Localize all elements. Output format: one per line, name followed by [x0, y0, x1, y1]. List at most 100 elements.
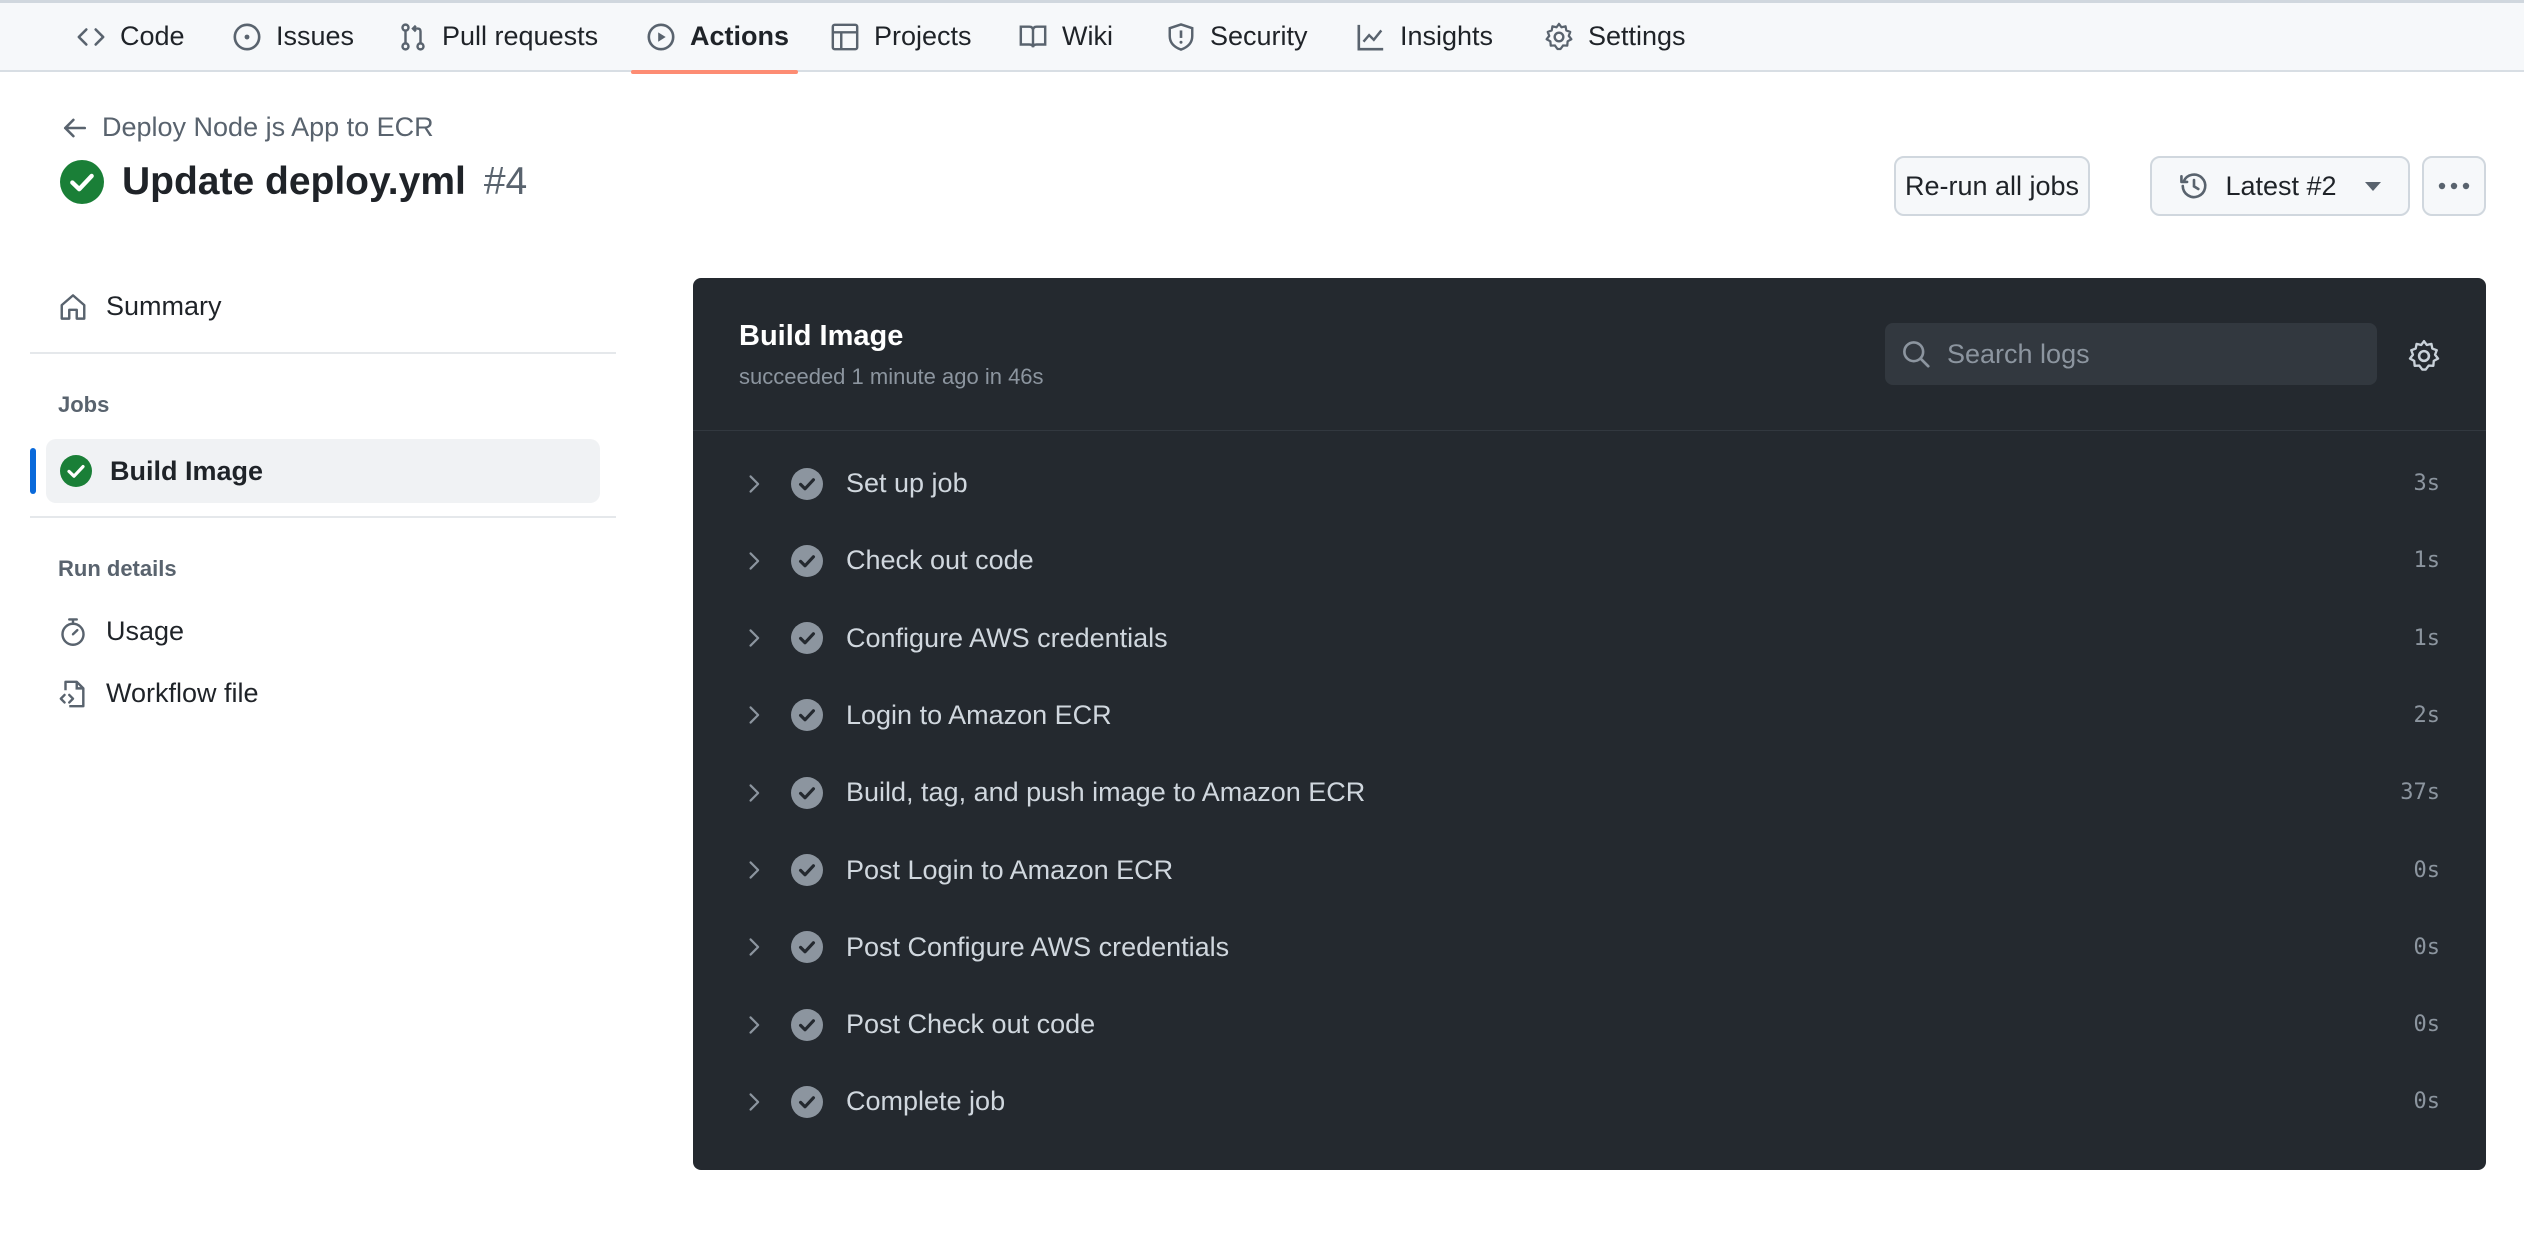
chevron-right-icon[interactable] — [743, 550, 765, 572]
shield-icon — [1168, 22, 1194, 51]
issue-opened-icon — [233, 23, 261, 50]
sidebar-item-usage[interactable]: Usage — [58, 616, 184, 647]
tab-actions[interactable]: Actions — [646, 3, 789, 70]
step-duration: 0s — [2413, 1012, 2441, 1038]
gear-icon — [1545, 22, 1573, 50]
run-number: #4 — [483, 160, 528, 203]
step-row[interactable]: Set up job 3s — [693, 445, 2486, 522]
tab-projects[interactable]: Projects — [830, 3, 972, 70]
step-name: Build, tag, and push image to Amazon ECR — [846, 777, 1366, 808]
step-duration: 0s — [2413, 1089, 2441, 1115]
tab-label: Issues — [276, 21, 355, 51]
step-name: Post Configure AWS credentials — [846, 931, 1230, 962]
graph-icon — [1357, 24, 1384, 50]
chevron-right-icon[interactable] — [743, 704, 765, 726]
tab-label: Wiki — [1062, 21, 1113, 51]
step-name: Post Login to Amazon ECR — [846, 854, 1174, 885]
check-circle-fill-icon — [60, 160, 104, 204]
step-name: Configure AWS credentials — [846, 622, 1168, 653]
arrow-left-icon — [63, 118, 87, 137]
tab-label: Insights — [1400, 21, 1494, 51]
step-name: Set up job — [846, 468, 968, 498]
job-log-panel: Build Image succeeded 1 minute ago in 46… — [693, 278, 2486, 1170]
jobs-heading: Jobs — [58, 392, 110, 417]
step-row[interactable]: Complete job 0s — [693, 1063, 2486, 1140]
chevron-right-icon[interactable] — [743, 473, 765, 495]
history-icon — [2180, 173, 2207, 199]
sidebar-item-label: Workflow file — [106, 678, 259, 708]
sidebar-job-build-image[interactable]: Build Image — [46, 439, 600, 503]
search-logs-input[interactable] — [1947, 338, 2367, 370]
attempt-label: Latest #2 — [2225, 170, 2337, 201]
tab-label: Actions — [690, 21, 790, 51]
step-success-check-icon — [791, 931, 823, 964]
selected-job-indicator — [30, 448, 36, 494]
sidebar-item-summary[interactable]: Summary — [58, 291, 222, 322]
tab-issues[interactable]: Issues — [232, 3, 354, 70]
tab-label: Projects — [874, 21, 972, 51]
step-duration: 1s — [2413, 548, 2441, 574]
step-success-check-icon — [791, 544, 823, 577]
step-duration: 1s — [2413, 625, 2441, 651]
tab-wiki[interactable]: Wiki — [1018, 3, 1113, 70]
back-to-workflow-link[interactable]: Deploy Node js App to ECR — [62, 112, 434, 143]
chevron-right-icon[interactable] — [743, 627, 765, 649]
step-row[interactable]: Post Configure AWS credentials 0s — [693, 909, 2486, 986]
tab-security[interactable]: Security — [1166, 3, 1308, 70]
git-pull-request-icon — [401, 22, 425, 51]
tab-code[interactable]: Code — [76, 3, 185, 70]
log-header: Build Image succeeded 1 minute ago in 46… — [693, 278, 2486, 431]
sidebar-divider — [30, 516, 616, 518]
home-icon — [60, 293, 86, 320]
log-settings-gear-icon[interactable] — [2407, 339, 2441, 373]
tab-pull-requests[interactable]: Pull requests — [398, 3, 598, 70]
repo-nav: Code Issues Pull requests Actions Projec… — [0, 0, 2524, 74]
chevron-right-icon[interactable] — [743, 1014, 765, 1036]
attempt-selector-button[interactable]: Latest #2 — [2150, 156, 2410, 216]
chevron-right-icon[interactable] — [743, 936, 765, 958]
step-duration: 0s — [2413, 934, 2441, 960]
tab-label: Code — [120, 21, 185, 51]
job-label: Build Image — [110, 455, 264, 486]
rerun-all-jobs-button[interactable]: Re-run all jobs — [1894, 156, 2090, 216]
check-circle-fill-icon — [60, 455, 92, 487]
step-name: Complete job — [846, 1086, 1006, 1117]
active-tab-underline — [631, 70, 798, 74]
job-title: Build Image — [739, 320, 904, 352]
tab-label: Settings — [1588, 21, 1686, 51]
step-success-check-icon — [791, 1085, 823, 1118]
chevron-right-icon[interactable] — [743, 782, 765, 804]
step-duration: 3s — [2413, 471, 2441, 496]
step-row[interactable]: Post Check out code 0s — [693, 986, 2486, 1063]
chevron-right-icon[interactable] — [743, 859, 765, 881]
step-row[interactable]: Post Login to Amazon ECR 0s — [693, 832, 2486, 909]
file-code-icon — [59, 680, 85, 707]
book-icon — [1019, 24, 1047, 47]
step-row[interactable]: Configure AWS credentials 1s — [693, 600, 2486, 677]
job-status-text: succeeded 1 minute ago in 46s — [739, 364, 1044, 389]
table-icon — [831, 23, 859, 50]
kebab-horizontal-icon — [2438, 182, 2470, 190]
step-row[interactable]: Build, tag, and push image to Amazon ECR… — [693, 754, 2486, 831]
play-icon — [647, 23, 675, 50]
tab-insights[interactable]: Insights — [1356, 3, 1493, 70]
search-logs-field[interactable] — [1885, 323, 2377, 385]
step-success-check-icon — [791, 776, 823, 809]
step-duration: 37s — [2400, 780, 2440, 806]
step-name: Post Check out code — [846, 1009, 1096, 1040]
tab-settings[interactable]: Settings — [1544, 3, 1686, 70]
page-title: Update deploy.yml #4 — [60, 160, 527, 204]
step-row[interactable]: Login to Amazon ECR 2s — [693, 677, 2486, 754]
chevron-right-icon[interactable] — [743, 1091, 765, 1113]
step-row[interactable]: Check out code 1s — [693, 522, 2486, 599]
sidebar-divider — [30, 352, 616, 354]
tab-label: Pull requests — [442, 21, 599, 51]
step-success-check-icon — [791, 699, 823, 732]
sidebar-item-workflow-file[interactable]: Workflow file — [58, 678, 259, 709]
code-icon — [77, 27, 105, 46]
step-duration: 0s — [2413, 857, 2441, 883]
run-details-heading: Run details — [58, 556, 177, 581]
triangle-down-icon — [2364, 181, 2381, 191]
more-options-button[interactable] — [2422, 156, 2486, 216]
rerun-label: Re-run all jobs — [1904, 170, 2080, 201]
